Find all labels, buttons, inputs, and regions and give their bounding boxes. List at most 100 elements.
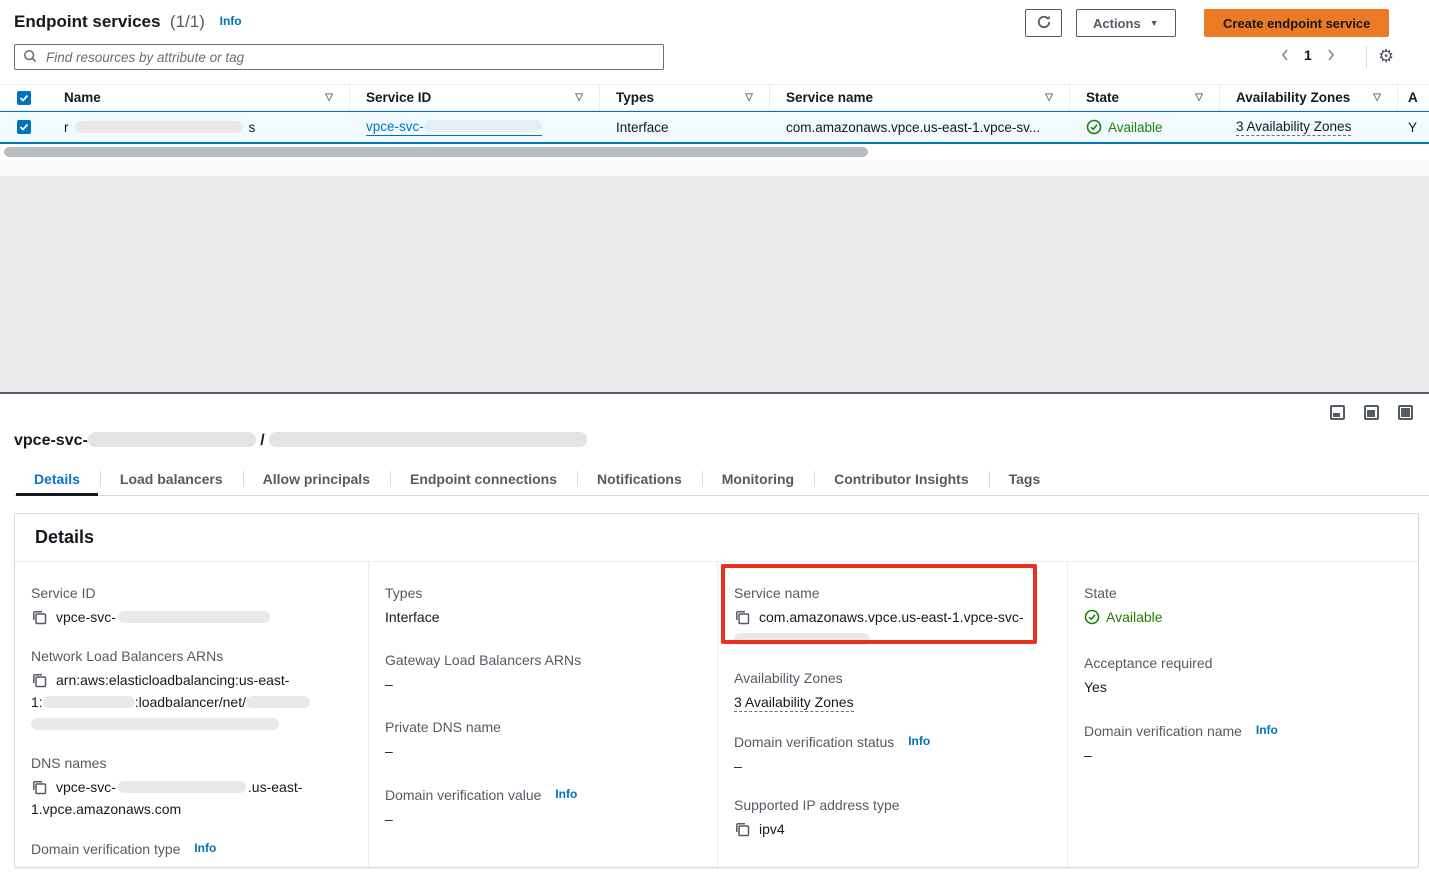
filter-icon[interactable]: ▽	[1045, 92, 1053, 103]
field-label: Availability Zones	[734, 667, 1047, 689]
dns-name-end: 1.vpce.amazonaws.com	[31, 801, 181, 817]
nlb-arn-line2: 1:	[31, 694, 43, 710]
info-link[interactable]: Info	[908, 734, 930, 748]
field-value: –	[385, 673, 697, 695]
details-card: Details Service ID vpce-svc- Network Loa…	[14, 513, 1419, 868]
resource-count-value: (1/1)	[170, 12, 205, 31]
details-column-2: Types Interface Gateway Load Balancers A…	[368, 562, 717, 868]
page-number[interactable]: 1	[1304, 47, 1312, 63]
row-availability-zones-cell: 3 Availability Zones	[1220, 112, 1398, 142]
actions-button-label: Actions	[1093, 16, 1141, 31]
search-box	[14, 44, 664, 70]
details-column-3: Service name com.amazonaws.vpce.us-east-…	[717, 562, 1067, 868]
tab-label: Tags	[1009, 471, 1041, 487]
column-header-availability-zones[interactable]: Availability Zones ▽	[1220, 85, 1398, 110]
tab-monitoring[interactable]: Monitoring	[702, 465, 814, 495]
filter-icon[interactable]: ▽	[1373, 92, 1381, 103]
service-id-link[interactable]: vpce-svc-	[366, 119, 542, 136]
details-card-body: Service ID vpce-svc- Network Load Balanc…	[15, 562, 1418, 868]
redacted-account	[43, 696, 135, 708]
field-service-id: Service ID vpce-svc-	[31, 582, 348, 628]
info-link[interactable]: Info	[220, 14, 242, 28]
copy-icon[interactable]	[31, 672, 47, 688]
panel-size-medium-icon[interactable]	[1364, 405, 1379, 420]
field-domain-verification-value: Domain verification value Info –	[385, 783, 697, 830]
row-checkbox[interactable]	[17, 120, 31, 134]
field-label: Domain verification status	[734, 734, 894, 750]
field-label: Domain verification value	[385, 787, 541, 803]
redacted-value	[118, 611, 270, 623]
tab-endpoint-connections[interactable]: Endpoint connections	[390, 465, 577, 495]
field-types: Types Interface	[385, 582, 697, 628]
check-circle-icon	[1086, 119, 1102, 135]
row-partial-value: Y	[1408, 120, 1417, 135]
column-label: Name	[64, 90, 101, 105]
nlb-arn-line1: arn:aws:elasticloadbalancing:us-east-	[56, 672, 289, 688]
field-label-row: Domain verification status Info	[734, 730, 1047, 753]
table-header: Name ▽ Service ID ▽ Types ▽ Service name…	[0, 84, 1429, 111]
refresh-button[interactable]	[1025, 9, 1062, 37]
copy-icon[interactable]	[734, 821, 750, 837]
redacted-service-name	[734, 633, 870, 645]
redacted-title-name	[269, 432, 587, 447]
row-state-cell: Available	[1070, 112, 1220, 142]
tab-tags[interactable]: Tags	[989, 465, 1061, 495]
panel-size-large-icon[interactable]	[1398, 405, 1413, 420]
info-link[interactable]: Info	[555, 787, 577, 801]
settings-gear-icon[interactable]: ⚙	[1378, 44, 1394, 68]
filter-icon[interactable]: ▽	[575, 92, 583, 103]
row-state-value: Available	[1108, 120, 1163, 135]
check-circle-icon	[1084, 609, 1100, 625]
service-id-value: vpce-svc-	[56, 609, 116, 625]
field-label: Private DNS name	[385, 716, 697, 738]
column-header-name[interactable]: Name ▽	[48, 85, 350, 110]
column-header-service-id[interactable]: Service ID ▽	[350, 85, 600, 110]
row-name-partial: s	[249, 120, 256, 135]
horizontal-scrollbar[interactable]	[4, 147, 868, 157]
redacted-dns	[118, 781, 246, 793]
actions-button[interactable]: Actions ▼	[1076, 9, 1176, 37]
create-button-label: Create endpoint service	[1223, 16, 1370, 31]
field-glb-arns: Gateway Load Balancers ARNs –	[385, 649, 697, 695]
search-input[interactable]	[44, 49, 655, 66]
availability-zones-popover[interactable]: 3 Availability Zones	[1236, 119, 1351, 136]
column-header-types[interactable]: Types ▽	[600, 85, 770, 110]
filter-icon[interactable]: ▽	[745, 92, 753, 103]
row-types-value: Interface	[616, 120, 669, 135]
row-partial-cell: Y	[1398, 112, 1429, 142]
next-page-icon[interactable]	[1322, 46, 1340, 64]
tab-notifications[interactable]: Notifications	[577, 465, 702, 495]
pagination: 1	[1276, 46, 1340, 64]
filter-icon[interactable]: ▽	[325, 92, 333, 103]
field-label: Domain verification type	[31, 841, 180, 857]
table-row[interactable]: r s vpce-svc- Interface com.amazonaws.vp…	[0, 111, 1429, 144]
previous-page-icon[interactable]	[1276, 46, 1294, 64]
tab-load-balancers[interactable]: Load balancers	[100, 465, 243, 495]
tab-allow-principals[interactable]: Allow principals	[243, 465, 390, 495]
column-header-partial[interactable]: A	[1398, 85, 1429, 110]
info-link[interactable]: Info	[194, 841, 216, 855]
column-header-service-name[interactable]: Service name ▽	[770, 85, 1070, 110]
row-select-cell	[0, 112, 48, 142]
panel-size-controls	[1330, 405, 1413, 420]
copy-icon[interactable]	[31, 609, 47, 625]
copy-icon[interactable]	[31, 779, 47, 795]
column-header-state[interactable]: State ▽	[1070, 85, 1220, 110]
state-value: Available	[1106, 606, 1163, 628]
panel-title: vpce-svc- /	[14, 432, 587, 450]
create-endpoint-service-button[interactable]: Create endpoint service	[1204, 9, 1389, 37]
info-link[interactable]: Info	[1256, 723, 1278, 737]
field-label: Service ID	[31, 582, 348, 604]
select-all-checkbox[interactable]	[17, 91, 31, 105]
panel-size-small-icon[interactable]	[1330, 405, 1345, 420]
select-all-cell	[0, 85, 48, 110]
field-availability-zones: Availability Zones 3 Availability Zones	[734, 667, 1047, 713]
tab-details[interactable]: Details	[14, 465, 100, 495]
availability-zones-popover[interactable]: 3 Availability Zones	[734, 694, 854, 712]
tab-contributor-insights[interactable]: Contributor Insights	[814, 465, 989, 495]
divider	[1366, 46, 1367, 68]
list-header: Endpoint services (1/1) Info Actions ▼ C…	[0, 0, 1429, 84]
filter-icon[interactable]: ▽	[1195, 92, 1203, 103]
field-label: Network Load Balancers ARNs	[31, 645, 348, 667]
copy-icon[interactable]	[734, 609, 750, 625]
